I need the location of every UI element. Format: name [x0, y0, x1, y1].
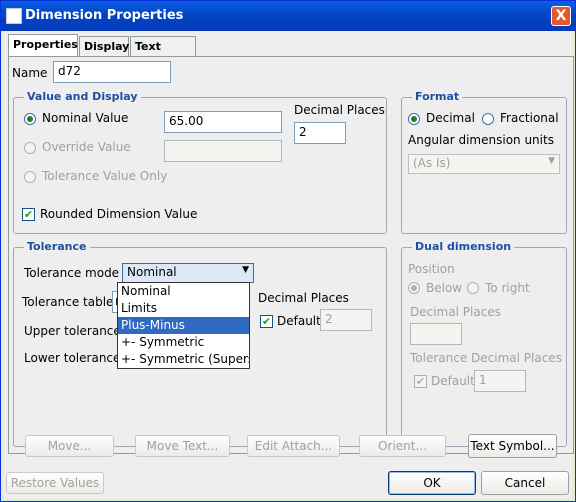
tolerance-table-label: Tolerance table: [22, 295, 114, 309]
tolerance-mode-label: Tolerance mode: [24, 266, 120, 280]
dual-decimal-places-field[interactable]: [410, 323, 462, 345]
move-text-button[interactable]: Move Text...: [135, 435, 230, 457]
tolerance-mode-dropdown: Nominal Limits Plus-Minus +- Symmetric +…: [117, 282, 250, 369]
name-field[interactable]: d72: [53, 61, 171, 83]
lower-tolerance-label: Lower tolerance: [24, 351, 121, 365]
to-right-radio[interactable]: [467, 282, 479, 294]
chevron-down-icon: ▼: [242, 265, 249, 275]
value-display-title: Value and Display: [24, 90, 141, 103]
dialog-body: Properties Display Text Style Name d72 V…: [4, 31, 574, 499]
tolerance-mode-option[interactable]: Limits: [118, 300, 249, 317]
angular-units-value: (As Is): [413, 156, 451, 170]
tolerance-value-only-radio[interactable]: [24, 171, 36, 183]
dual-tolerance-decimal-label: Tolerance Decimal Places: [410, 351, 562, 365]
tolerance-default-field[interactable]: 2: [320, 309, 372, 331]
ok-button[interactable]: OK: [388, 471, 476, 495]
tolerance-decimal-places-label: Decimal Places: [258, 291, 349, 305]
dual-dimension-group: Dual dimension Position Below To right D…: [401, 240, 567, 447]
restore-values-button[interactable]: Restore Values: [6, 472, 104, 494]
tab-text-style[interactable]: Text Style: [130, 36, 196, 72]
tolerance-title: Tolerance: [24, 240, 90, 253]
edit-attach-button[interactable]: Edit Attach...: [247, 435, 340, 457]
tolerance-default-label: Default: [277, 314, 321, 328]
nominal-value-radio[interactable]: [24, 113, 36, 125]
name-label: Name: [12, 66, 48, 80]
format-group: Format Decimal Fractional Angular dimens…: [401, 90, 567, 234]
tolerance-mode-select[interactable]: Nominal ▼: [122, 263, 254, 283]
to-right-label: To right: [485, 281, 530, 295]
angular-units-select[interactable]: (As Is) ▼: [408, 154, 560, 174]
angular-units-label: Angular dimension units: [408, 133, 554, 147]
nominal-value-label: Nominal Value: [42, 111, 129, 125]
below-radio[interactable]: [408, 282, 420, 294]
tolerance-value-only-label: Tolerance Value Only: [42, 169, 168, 183]
position-label: Position: [408, 262, 455, 276]
rounded-value-checkbox[interactable]: ✔: [22, 208, 35, 221]
text-symbol-button[interactable]: Text Symbol...: [468, 434, 557, 458]
dimension-properties-window: Dimension Properties X Properties Displa…: [0, 0, 576, 502]
window-title: Dimension Properties: [25, 8, 184, 23]
tolerance-mode-value: Nominal: [127, 265, 177, 279]
dual-decimal-places-label: Decimal Places: [410, 305, 501, 319]
tolerance-mode-option[interactable]: +- Symmetric: [118, 334, 249, 351]
fractional-radio[interactable]: [482, 113, 494, 125]
fractional-label: Fractional: [500, 111, 559, 125]
title-bar[interactable]: Dimension Properties X: [1, 1, 575, 31]
decimal-radio[interactable]: [408, 113, 420, 125]
orient-button[interactable]: Orient...: [359, 435, 446, 457]
tab-display[interactable]: Display: [79, 36, 129, 56]
cancel-button[interactable]: Cancel: [481, 471, 569, 495]
move-button[interactable]: Move...: [25, 435, 114, 457]
dual-dimension-title: Dual dimension: [412, 240, 515, 253]
app-icon: [6, 8, 22, 24]
tolerance-mode-option[interactable]: Nominal: [118, 283, 249, 300]
decimal-places-field[interactable]: 2: [294, 122, 346, 144]
format-title: Format: [412, 90, 463, 103]
dual-default-label: Default: [431, 374, 475, 388]
below-label: Below: [426, 281, 463, 295]
upper-tolerance-label: Upper tolerance: [24, 324, 121, 338]
override-value-field[interactable]: [164, 140, 282, 162]
tolerance-mode-option[interactable]: +- Symmetric (Superscri: [118, 351, 249, 368]
properties-panel: Name d72 Value and Display Nominal Value…: [8, 56, 574, 454]
value-display-group: Value and Display Nominal Value 65.00 Ov…: [13, 90, 387, 234]
tab-properties[interactable]: Properties: [8, 34, 78, 57]
dual-default-checkbox[interactable]: ✔: [414, 375, 427, 388]
override-value-label: Override Value: [42, 140, 131, 154]
close-button[interactable]: X: [551, 6, 571, 26]
tolerance-mode-option[interactable]: Plus-Minus: [118, 317, 249, 334]
decimal-places-label: Decimal Places: [294, 103, 385, 117]
nominal-value-field[interactable]: 65.00: [164, 111, 282, 133]
decimal-label: Decimal: [426, 111, 475, 125]
override-value-radio[interactable]: [24, 142, 36, 154]
chevron-down-icon: ▼: [548, 156, 555, 166]
rounded-value-label: Rounded Dimension Value: [40, 207, 198, 221]
dual-default-field[interactable]: 1: [474, 370, 526, 392]
tolerance-default-checkbox[interactable]: ✔: [260, 315, 273, 328]
